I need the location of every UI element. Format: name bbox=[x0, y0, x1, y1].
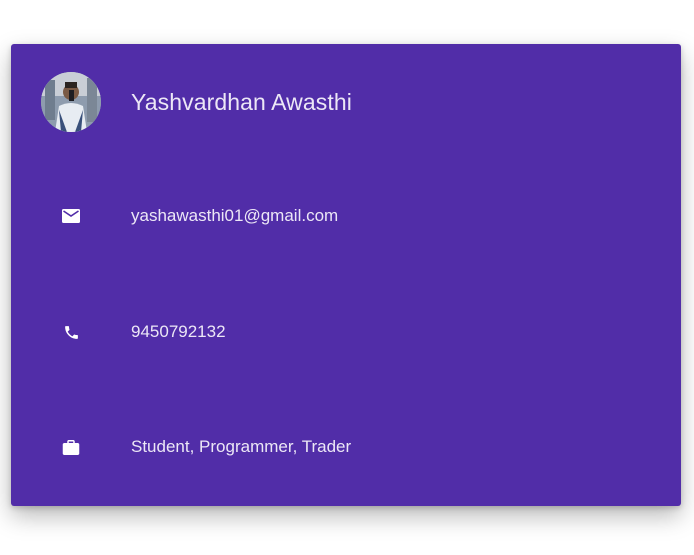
phone-icon bbox=[63, 324, 80, 341]
detail-row-occupation: Student, Programmer, Trader bbox=[11, 435, 681, 459]
profile-header: Yashvardhan Awasthi bbox=[11, 72, 681, 132]
phone-text: 9450792132 bbox=[131, 322, 226, 341]
detail-row-phone: 9450792132 bbox=[11, 320, 681, 344]
detail-row-email: yashawasthi01@gmail.com bbox=[11, 204, 681, 228]
avatar bbox=[41, 72, 101, 132]
email-text: yashawasthi01@gmail.com bbox=[131, 206, 339, 225]
detail-icon-container bbox=[11, 324, 131, 341]
profile-name: Yashvardhan Awasthi bbox=[131, 88, 352, 115]
occupation-text: Student, Programmer, Trader bbox=[131, 437, 352, 456]
briefcase-icon bbox=[62, 439, 80, 456]
avatar-container bbox=[11, 72, 131, 132]
profile-card: Yashvardhan Awasthi yashawasthi01@gmail.… bbox=[11, 44, 681, 506]
detail-icon-container bbox=[11, 439, 131, 456]
detail-icon-container bbox=[11, 209, 131, 223]
email-icon bbox=[62, 209, 80, 223]
